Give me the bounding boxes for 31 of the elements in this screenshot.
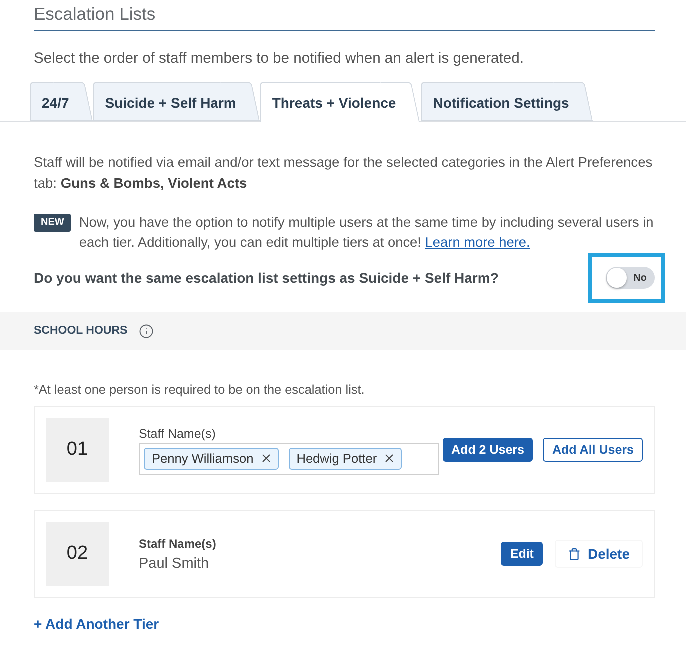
requirement-note: *At least one person is required to be on the escalation list. [34, 382, 366, 398]
question-text: Do you want the same escalation list settings as Suicide + Self Harm? [34, 270, 499, 286]
tab[interactable]: 24/7 [30, 82, 94, 121]
learn-more-link[interactable]: Learn more here. [425, 234, 530, 250]
staff-input-field[interactable]: Penny Williamson Hedwig Potter [139, 442, 439, 474]
page-title: Escalation Lists [34, 3, 156, 25]
tab[interactable]: Threats + Violence [260, 82, 420, 122]
primary-button[interactable]: Edit [501, 542, 543, 566]
tab[interactable]: Suicide + Self Harm [93, 82, 260, 121]
toggle-switch[interactable]: No [606, 267, 655, 289]
info-icon[interactable] [138, 324, 154, 338]
add-tier-link[interactable]: + Add Another Tier [34, 616, 160, 632]
alert-categories-text: Staff will be notified via email and/or text message for the selected categories in the Alert Preferences tab: Guns & Bombs, Violent Acts [34, 154, 654, 193]
field-label: Staff Name(s) [139, 426, 216, 442]
close-icon[interactable] [260, 452, 273, 465]
primary-button[interactable]: Add 2 Users [442, 438, 534, 462]
description-text: Select the order of staff members to be notified when an alert is generated. [34, 50, 524, 68]
field-label: Staff Name(s) [139, 536, 216, 552]
staff-chip[interactable]: Hedwig Potter [288, 448, 402, 470]
staff-chip[interactable]: Penny Williamson [144, 448, 279, 470]
trash-icon [568, 548, 581, 560]
outline-button[interactable]: Add All Users [543, 438, 643, 462]
announcement-text: Now, you have the option to notify multiple users at the same time by including several users in each tier. Additionally, you can edit multiple tiers at once! Learn more here. [79, 214, 655, 252]
tab[interactable]: Notification Settings [421, 82, 594, 121]
section-heading: SCHOOL HOURS [34, 325, 128, 337]
tier-number: 02 [46, 522, 109, 586]
new-badge: NEW [34, 214, 72, 232]
delete-button[interactable]: Delete [554, 540, 643, 568]
staff-name: Paul Smith [139, 556, 210, 572]
close-icon[interactable] [383, 452, 396, 465]
tier-number: 01 [46, 418, 109, 482]
